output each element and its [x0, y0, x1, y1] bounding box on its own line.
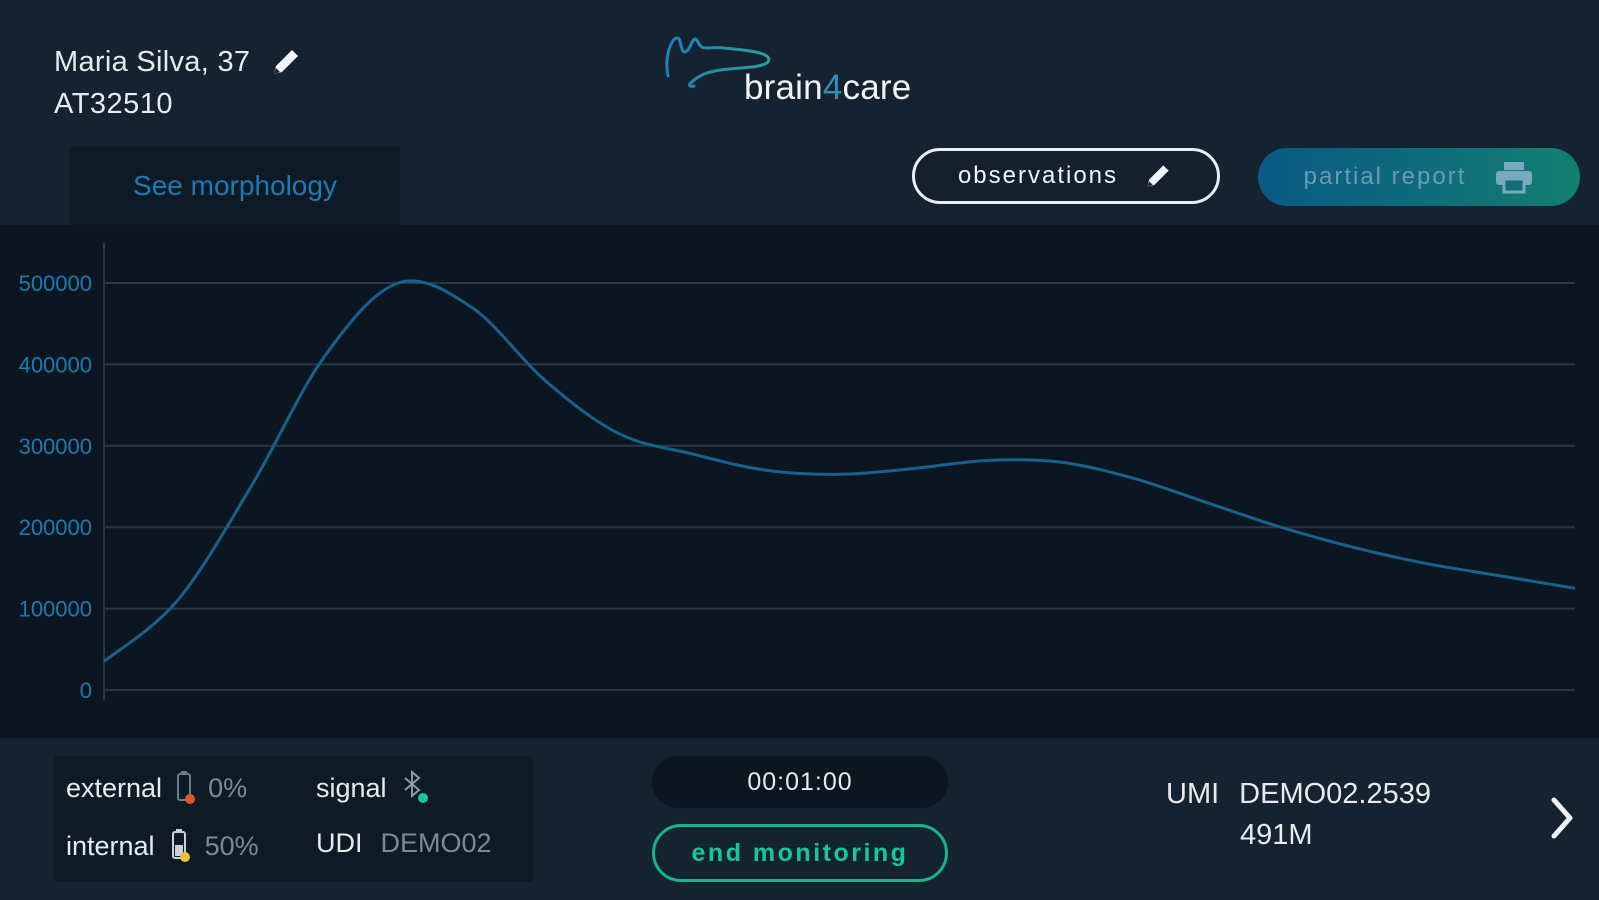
- umi-info: UMI DEMO02.2539 491M: [1166, 778, 1431, 852]
- brand-wordmark: brain4care: [744, 68, 912, 107]
- pencil-icon[interactable]: [268, 44, 304, 80]
- y-tick-label: 200000: [19, 515, 92, 540]
- y-tick-label: 0: [80, 678, 92, 703]
- external-battery-stat: external 0%: [66, 770, 247, 806]
- battery-icon: [171, 829, 190, 862]
- printer-icon: [1496, 162, 1533, 194]
- y-tick-label: 100000: [19, 597, 92, 622]
- waveform-series-line: [103, 279, 1576, 663]
- umi-value-line1: DEMO02.2539: [1239, 778, 1431, 810]
- udi-value: DEMO02: [380, 828, 492, 858]
- udi-label: UDI: [316, 828, 363, 858]
- y-tick-label: 500000: [19, 271, 92, 296]
- signal-label: signal: [316, 772, 387, 803]
- internal-label: internal: [66, 830, 155, 861]
- device-status-panel: external 0% signal internal 50% UDI DEMO…: [54, 756, 533, 882]
- y-tick-label: 400000: [19, 352, 92, 377]
- internal-battery-stat: internal 50%: [66, 828, 259, 864]
- pencil-icon: [1147, 165, 1169, 187]
- brand-logo: brain4care: [664, 26, 944, 112]
- header: Maria Silva, 37 AT32510 brain4care See m…: [0, 0, 1599, 225]
- monitoring-timer: 00:01:00: [652, 756, 948, 808]
- waveform-chart-svg: 0 100000 200000 300000 400000 500000: [19, 243, 1576, 703]
- battery-icon: [177, 771, 196, 804]
- patient-id: AT32510: [54, 88, 174, 120]
- footer: external 0% signal internal 50% UDI DEMO…: [0, 738, 1599, 900]
- y-tick-label: 300000: [19, 434, 92, 459]
- waveform-chart: 0 100000 200000 300000 400000 500000: [0, 225, 1599, 738]
- external-battery-value: 0%: [208, 772, 248, 803]
- signal-stat: signal: [316, 770, 431, 806]
- observations-button[interactable]: observations: [912, 148, 1220, 204]
- observations-label: observations: [957, 162, 1119, 189]
- tab-see-morphology[interactable]: See morphology: [70, 147, 400, 225]
- patient-name: Maria Silva, 37: [54, 45, 251, 78]
- chevron-right-icon[interactable]: [1548, 794, 1578, 842]
- umi-label: UMI: [1166, 778, 1220, 810]
- end-monitoring-button[interactable]: end monitoring: [652, 824, 948, 882]
- partial-report-button[interactable]: partial report: [1258, 148, 1580, 206]
- bluetooth-icon: [403, 770, 428, 803]
- patient-info: Maria Silva, 37 AT32510: [54, 44, 304, 121]
- internal-battery-value: 50%: [204, 830, 259, 861]
- external-label: external: [66, 772, 163, 803]
- umi-value-line2: 491M: [1240, 819, 1313, 851]
- udi-stat: UDI DEMO02: [316, 828, 492, 859]
- partial-report-label: partial report: [1303, 163, 1467, 190]
